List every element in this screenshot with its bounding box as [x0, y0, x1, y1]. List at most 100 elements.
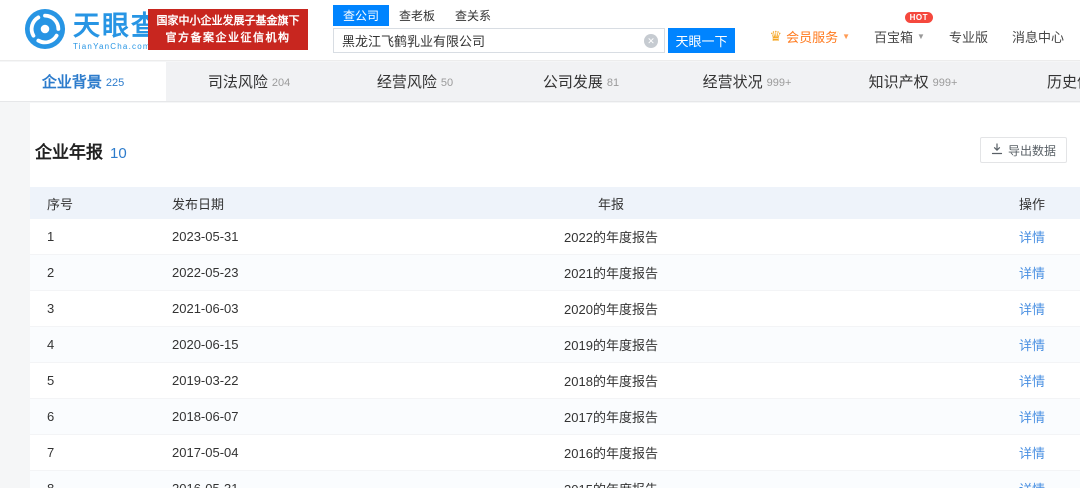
annual-report-row: 7 2017-05-04 2016的年度报告 详情	[30, 435, 1080, 471]
toolbox-label: 百宝箱	[874, 27, 913, 46]
report-name: 2022的年度报告	[372, 227, 850, 246]
annual-report-row: 4 2020-06-15 2019的年度报告 详情	[30, 327, 1080, 363]
clear-search-icon[interactable]: ✕	[644, 34, 658, 48]
certification-line2: 官方备案企业征信机构	[148, 30, 308, 47]
section-tab-count: 999+	[933, 77, 958, 89]
search-type-tab[interactable]: 查老板	[389, 5, 445, 26]
section-tab-label: 知识产权	[869, 71, 929, 92]
export-data-button[interactable]: 导出数据	[980, 137, 1067, 163]
section-tab-count: 999+	[767, 77, 792, 89]
section-tab[interactable]: 知识产权 999+	[830, 62, 996, 101]
col-header-index: 序号	[30, 194, 172, 213]
row-index: 3	[30, 301, 172, 316]
annual-report-row: 2 2022-05-23 2021的年度报告 详情	[30, 255, 1080, 291]
report-name: 2016的年度报告	[372, 443, 850, 462]
detail-link[interactable]: 详情	[1019, 302, 1045, 317]
search-input[interactable]	[333, 28, 665, 53]
search-module: 查公司查老板查关系 ✕ 天眼一下	[333, 5, 735, 53]
top-header: 天眼查 TianYanCha.com 国家中小企业发展子基金旗下 官方备案企业征…	[0, 0, 1080, 61]
search-tabs: 查公司查老板查关系	[333, 5, 735, 26]
publish-date: 2019-03-22	[172, 373, 372, 388]
detail-link[interactable]: 详情	[1019, 338, 1045, 353]
section-tab[interactable]: 企业背景 225	[0, 62, 166, 101]
brand-name: 天眼查	[73, 13, 160, 40]
publish-date: 2023-05-31	[172, 229, 372, 244]
section-title: 企业年报	[35, 143, 103, 162]
detail-link[interactable]: 详情	[1019, 446, 1045, 461]
download-icon	[991, 143, 1003, 158]
report-name: 2021的年度报告	[372, 263, 850, 282]
report-name: 2020的年度报告	[372, 299, 850, 318]
section-tab-count: 50	[441, 77, 453, 89]
pro-version-link[interactable]: 专业版	[949, 27, 988, 46]
section-tab-label: 经营风险	[377, 71, 437, 92]
row-index: 5	[30, 373, 172, 388]
table-header-row: 序号 发布日期 年报 操作	[30, 187, 1080, 219]
section-tab-label: 企业背景	[42, 71, 102, 92]
annual-report-row: 3 2021-06-03 2020的年度报告 详情	[30, 291, 1080, 327]
search-type-tab[interactable]: 查公司	[333, 5, 389, 26]
detail-link[interactable]: 详情	[1019, 374, 1045, 389]
brand-domain: TianYanCha.com	[73, 43, 160, 51]
tianyancha-logo[interactable]: 天眼查 TianYanCha.com	[24, 8, 160, 55]
annual-report-row: 6 2018-06-07 2017的年度报告 详情	[30, 399, 1080, 435]
publish-date: 2017-05-04	[172, 445, 372, 460]
section-tab-label: 公司发展	[543, 71, 603, 92]
report-name: 2015的年度报告	[372, 479, 850, 488]
report-name: 2019的年度报告	[372, 335, 850, 354]
caret-down-icon: ▼	[917, 32, 925, 41]
detail-link[interactable]: 详情	[1019, 482, 1045, 488]
annual-report-row: 1 2023-05-31 2022的年度报告 详情	[30, 219, 1080, 255]
logo-swirl-icon	[24, 8, 66, 55]
row-index: 6	[30, 409, 172, 424]
report-name: 2017的年度报告	[372, 407, 850, 426]
hot-badge: HOT	[905, 12, 933, 23]
crown-icon: ♛	[770, 28, 783, 45]
row-index: 1	[30, 229, 172, 244]
section-tab-label: 经营状况	[703, 71, 763, 92]
pro-version-label: 专业版	[949, 27, 988, 46]
row-index: 7	[30, 445, 172, 460]
detail-link[interactable]: 详情	[1019, 410, 1045, 425]
annual-report-row: 8 2016-05-31 2015的年度报告 详情	[30, 471, 1080, 488]
vip-services-menu[interactable]: ♛ 会员服务 ▼	[770, 27, 851, 46]
report-name: 2018的年度报告	[372, 371, 850, 390]
section-tab-count: 204	[272, 77, 290, 89]
search-box: ✕	[333, 28, 665, 53]
company-section-tabbar: 企业背景 225 司法风险 204 经营风险 50 公司发展 81 经营状况 9…	[0, 62, 1080, 102]
message-center-link[interactable]: 消息中心	[1012, 27, 1064, 46]
section-tab-label: 司法风险	[208, 71, 268, 92]
vip-services-label: 会员服务	[786, 27, 838, 46]
message-center-label: 消息中心	[1012, 27, 1064, 46]
row-index: 4	[30, 337, 172, 352]
col-header-report: 年报	[372, 194, 850, 213]
publish-date: 2021-06-03	[172, 301, 372, 316]
publish-date: 2022-05-23	[172, 265, 372, 280]
detail-link[interactable]: 详情	[1019, 230, 1045, 245]
certification-line1: 国家中小企业发展子基金旗下	[148, 13, 308, 30]
toolbox-menu[interactable]: HOT 百宝箱 ▼	[874, 27, 925, 46]
section-header: 企业年报 10 导出数据	[35, 137, 1067, 163]
caret-down-icon: ▼	[842, 32, 850, 41]
section-tab[interactable]: 经营状况 999+	[664, 62, 830, 101]
col-header-action: 操作	[850, 194, 1080, 213]
section-count: 10	[110, 145, 127, 162]
publish-date: 2020-06-15	[172, 337, 372, 352]
annual-report-row: 5 2019-03-22 2018的年度报告 详情	[30, 363, 1080, 399]
header-right-nav: ♛ 会员服务 ▼ HOT 百宝箱 ▼ 专业版 消息中心	[770, 27, 1064, 46]
section-tab[interactable]: 历史信息	[996, 62, 1080, 101]
col-header-publish-date: 发布日期	[172, 194, 372, 213]
section-tab[interactable]: 公司发展 81	[498, 62, 664, 101]
detail-link[interactable]: 详情	[1019, 266, 1045, 281]
section-tab[interactable]: 司法风险 204	[166, 62, 332, 101]
section-tab-label: 历史信息	[1047, 71, 1080, 92]
annual-report-card: 企业年报 10 导出数据 序号 发布日期 年报 操作 1 2023-05-31 2…	[30, 103, 1080, 488]
table-body: 1 2023-05-31 2022的年度报告 详情 2 2022-05-23 2…	[30, 219, 1080, 488]
search-button[interactable]: 天眼一下	[668, 28, 735, 53]
export-data-label: 导出数据	[1008, 142, 1056, 159]
publish-date: 2018-06-07	[172, 409, 372, 424]
section-tab[interactable]: 经营风险 50	[332, 62, 498, 101]
certification-badge: 国家中小企业发展子基金旗下 官方备案企业征信机构	[148, 9, 308, 50]
section-tab-count: 81	[607, 77, 619, 89]
search-type-tab[interactable]: 查关系	[445, 5, 501, 26]
